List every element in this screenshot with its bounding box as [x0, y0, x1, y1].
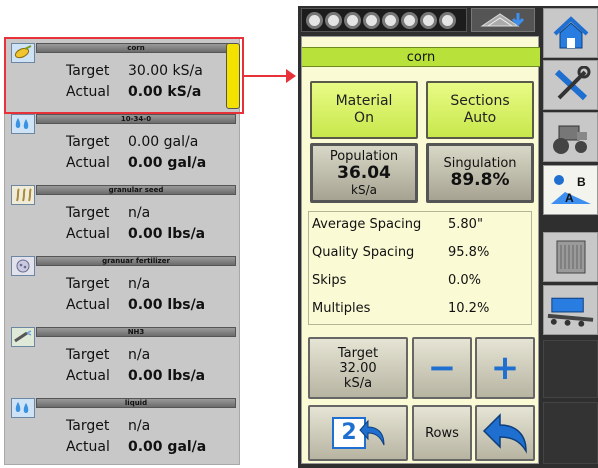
ab-guidance-icon: BA [550, 175, 591, 205]
singulation-value: 89.8% [450, 170, 510, 190]
liquid-drops-icon [11, 114, 35, 134]
tools-icon [554, 66, 590, 101]
planter-button[interactable] [543, 285, 598, 335]
row-status-dot [439, 11, 456, 29]
product-detail-panel: corn Material On Sections Auto Populatio… [301, 36, 540, 464]
back-button[interactable] [475, 405, 535, 461]
plus-icon: + [490, 348, 520, 388]
selected-product-tab[interactable] [226, 43, 240, 109]
product-name: liquid [36, 398, 236, 408]
product-name: granular seed [36, 185, 236, 195]
material-button[interactable]: Material On [310, 81, 418, 139]
increase-button[interactable]: + [475, 337, 535, 399]
spacing-stats: Average Spacing 5.80" Quality Spacing 95.8… [308, 211, 532, 325]
product-row-10-34-0[interactable]: 10-34-0 Target 0.00 gal/a Actual 0.00 gal/… [8, 111, 238, 177]
page-switch-icon: 2 [328, 413, 388, 453]
rows-label: Rows [425, 425, 459, 441]
stat-row: Skips 0.0% [312, 273, 482, 288]
sections-label: Sections [450, 93, 510, 109]
stat-row: Multiples 10.2% [312, 301, 490, 316]
row-status-dot [420, 11, 437, 29]
target-row: Target n/a [66, 347, 151, 363]
row-status-bar [301, 8, 467, 32]
home-button[interactable] [543, 8, 598, 58]
home-icon [553, 16, 588, 49]
ab-guidance-button[interactable]: BA [543, 165, 598, 215]
product-title: corn [302, 47, 540, 67]
planter-icon [547, 297, 594, 327]
product-row-granuar-fertilizer[interactable]: granuar fertilizer Target n/a Actual 0.00 … [8, 253, 238, 319]
empty-side-slot [543, 402, 598, 464]
target-row: Target 0.00 gal/a [66, 134, 199, 150]
sections-state: Auto [463, 110, 497, 126]
population-readout[interactable]: Population 36.04 kS/a [310, 143, 418, 203]
target-unit: kS/a [343, 375, 373, 391]
product-name: NH3 [36, 327, 236, 337]
row-status-dot [325, 11, 342, 29]
radiator-icon [556, 240, 585, 274]
tools-button[interactable] [543, 60, 598, 110]
material-state: On [354, 110, 374, 126]
row-status-dot [363, 11, 380, 29]
product-name: 10-34-0 [36, 114, 236, 124]
target-row: Target n/a [66, 205, 151, 221]
stat-row: Quality Spacing 95.8% [312, 245, 490, 260]
target-row: Target n/a [66, 418, 151, 434]
actual-row: Actual 0.00 gal/a [66, 439, 207, 455]
guidance-status-icon[interactable] [471, 8, 535, 32]
stat-row: Average Spacing 5.80" [312, 217, 483, 232]
row-status-dot [344, 11, 361, 29]
svg-text:A: A [565, 191, 574, 205]
actual-row: Actual 0.00 lbs/a [66, 226, 206, 242]
actual-row: Actual 0.00 lbs/a [66, 297, 206, 313]
singulation-label: Singulation [443, 156, 517, 171]
callout-arrow-head [286, 69, 296, 83]
granular-fertilizer-icon [11, 256, 35, 276]
target-row: Target n/a [66, 276, 151, 292]
target-label: Target [337, 345, 379, 361]
sections-button[interactable]: Sections Auto [426, 81, 534, 139]
target-value: 32.00 [339, 360, 377, 376]
minus-icon: − [427, 348, 457, 388]
actual-row: Actual 0.00 gal/a [66, 155, 207, 171]
nh3-nozzle-icon [11, 327, 35, 347]
product-row-liquid[interactable]: liquid Target n/a Actual 0.00 gal/a [8, 395, 238, 461]
tractor-icon [552, 125, 587, 154]
population-label: Population [329, 149, 399, 164]
page-switch-button[interactable]: 2 [308, 405, 408, 461]
target-rate-button[interactable]: Target 32.00 kS/a [308, 337, 408, 399]
decrease-button[interactable]: − [412, 337, 472, 399]
population-value: 36.04 [337, 163, 391, 183]
row-status-dot [306, 11, 323, 29]
liquid-drops-icon [11, 398, 35, 418]
callout-arrow-line [244, 75, 288, 77]
row-status-dot [401, 11, 418, 29]
tractor-button[interactable] [543, 112, 598, 162]
product-row-granular-seed[interactable]: granular seed Target n/a Actual 0.00 lbs/a [8, 182, 238, 248]
rows-button[interactable]: Rows [412, 405, 472, 461]
singulation-readout[interactable]: Singulation 89.8% [426, 143, 534, 203]
granular-seed-icon [11, 185, 35, 205]
selected-product-highlight [4, 37, 244, 114]
empty-side-slot [543, 340, 598, 398]
row-status-dot [382, 11, 399, 29]
material-label: Material [335, 93, 393, 109]
actual-row: Actual 0.00 lbs/a [66, 368, 206, 384]
population-unit: kS/a [351, 183, 377, 197]
product-row-nh3[interactable]: NH3 Target n/a Actual 0.00 lbs/a [8, 324, 238, 390]
back-arrow-icon [482, 413, 527, 454]
radiator-button[interactable] [543, 232, 598, 282]
product-name: granuar fertilizer [36, 256, 236, 266]
svg-text:B: B [577, 175, 586, 189]
